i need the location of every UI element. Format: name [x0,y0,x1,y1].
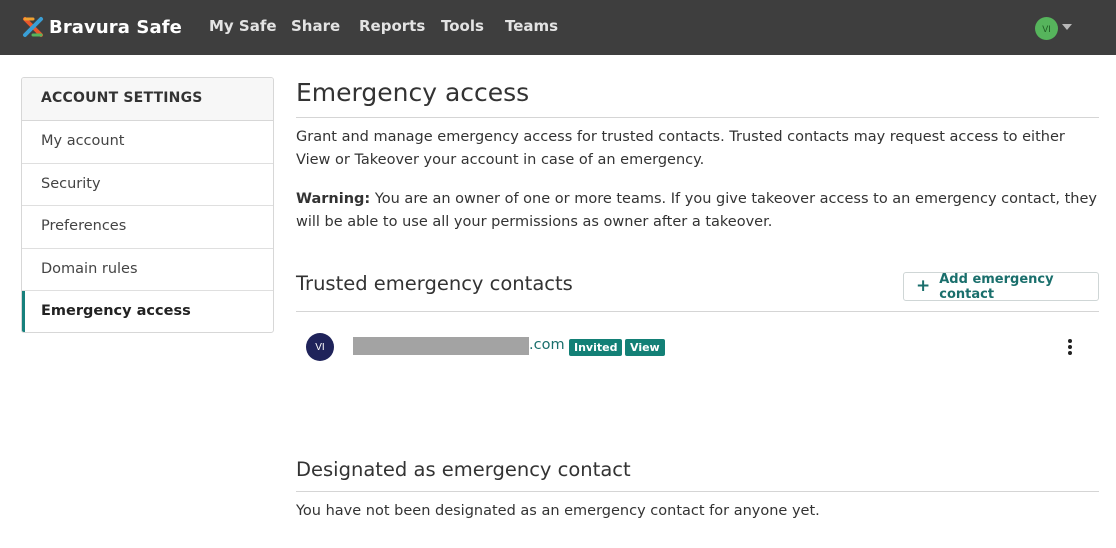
trusted-contacts-title: Trusted emergency contacts [296,272,573,295]
designated-divider [296,491,1099,492]
plus-icon: + [916,276,931,296]
sidebar-item-domain-rules[interactable]: Domain rules [22,249,273,292]
nav-teams[interactable]: Teams [505,17,558,35]
user-avatar[interactable]: VI [1035,17,1058,40]
sidebar-header: ACCOUNT SETTINGS [22,78,273,121]
sidebar-item-my-account[interactable]: My account [22,121,273,164]
more-options-icon[interactable] [1063,337,1077,357]
title-divider [296,117,1099,118]
trusted-divider [296,311,1099,312]
redacted-email [353,337,529,355]
page-title: Emergency access [296,78,530,107]
chevron-down-icon[interactable] [1062,24,1072,30]
warning-text: Warning: You are an owner of one or more… [296,188,1099,234]
sidebar-item-emergency-access[interactable]: Emergency access [22,291,273,332]
nav-share[interactable]: Share [291,17,340,35]
contact-row: VI .com Invited View [306,333,1099,361]
intro-text: Grant and manage emergency access for tr… [296,129,1065,168]
sidebar-item-preferences[interactable]: Preferences [22,206,273,249]
brand-name: Bravura Safe [49,16,182,38]
nav-tools[interactable]: Tools [441,17,484,35]
nav-my-safe[interactable]: My Safe [209,17,277,35]
top-navbar: Bravura Safe My Safe Share Reports Tools… [0,0,1116,55]
contact-email[interactable]: .com [529,337,565,353]
add-emergency-contact-label: Add emergency contact [939,271,1054,302]
warning-body: You are an owner of one or more teams. I… [296,191,1097,230]
bravura-logo-icon [23,17,43,37]
account-settings-sidebar: ACCOUNT SETTINGS My account Security Pre… [21,77,274,333]
nav-reports[interactable]: Reports [359,17,425,35]
warning-label: Warning: [296,191,371,207]
designated-empty-text: You have not been designated as an emerg… [296,503,820,519]
sidebar-item-security[interactable]: Security [22,164,273,207]
status-badge: Invited [569,339,623,356]
access-type-badge: View [625,339,665,356]
designated-title: Designated as emergency contact [296,458,631,481]
contact-avatar: VI [306,333,334,361]
add-emergency-contact-button[interactable]: + Add emergency contact [903,271,1099,302]
brand[interactable]: Bravura Safe [22,14,182,40]
